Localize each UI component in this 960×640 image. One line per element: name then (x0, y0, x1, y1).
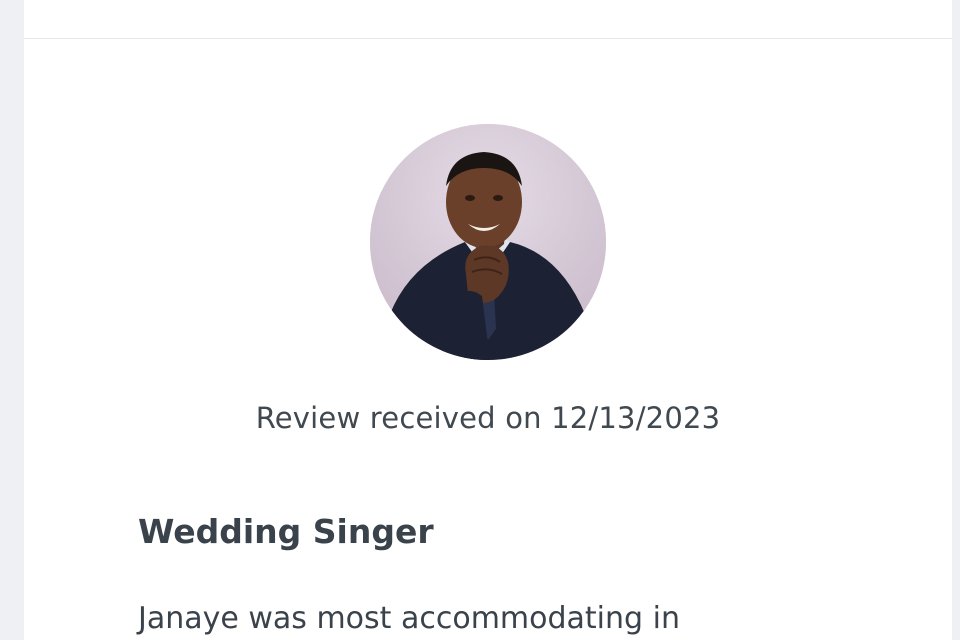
page-background: Review received on 12/13/2023 Wedding Si… (0, 0, 960, 640)
review-body-text: Janaye was most accommodating in (138, 601, 680, 636)
reviewer-photo-icon (370, 124, 606, 360)
review-card: Review received on 12/13/2023 Wedding Si… (24, 0, 952, 640)
review-title: Wedding Singer (138, 512, 434, 551)
review-received-date: Review received on 12/13/2023 (255, 401, 721, 435)
reviewer-avatar (370, 124, 606, 360)
card-header-strip (24, 0, 952, 39)
